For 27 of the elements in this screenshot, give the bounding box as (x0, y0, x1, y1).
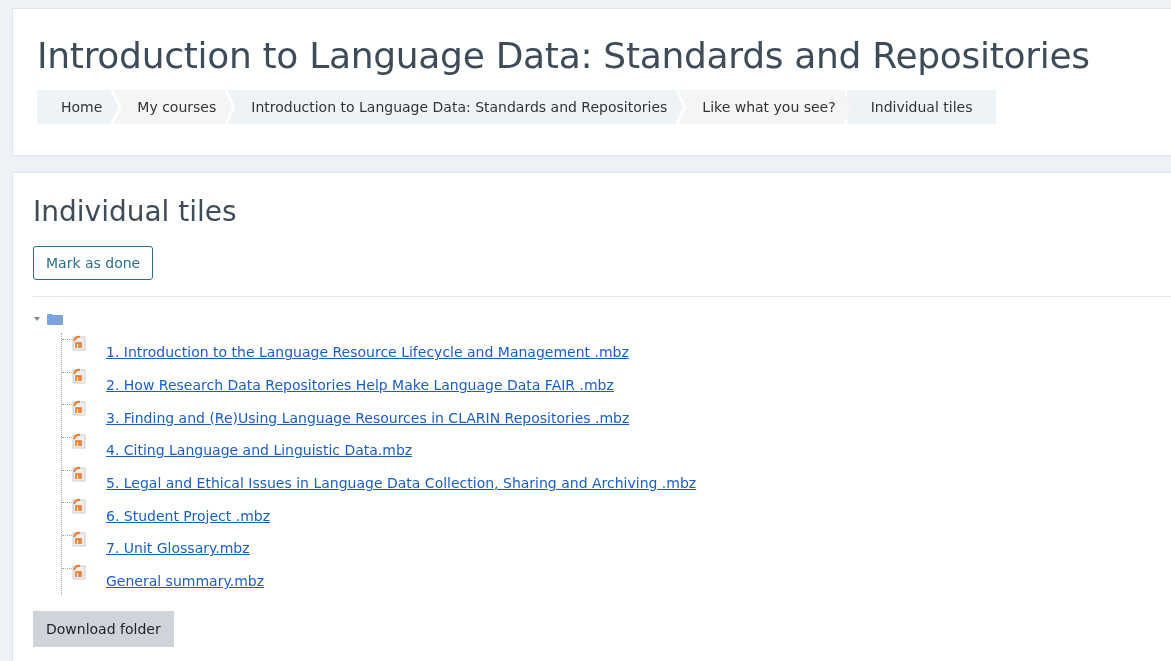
breadcrumb-link[interactable]: Like what you see? (678, 90, 852, 124)
moodle-file-icon (72, 335, 86, 351)
moodle-file-icon (72, 498, 86, 515)
breadcrumb-link[interactable]: Home (37, 90, 119, 124)
moodle-file-icon (72, 433, 86, 450)
moodle-file-icon (72, 400, 86, 417)
file-link[interactable]: General summary.mbz (106, 573, 264, 590)
moodle-file-icon (72, 531, 86, 548)
course-title: Introduction to Language Data: Standards and Repositories (37, 35, 1091, 76)
file-link[interactable]: 1. Introduction to the Language Resource Lifecycle and Management .mbz (106, 344, 629, 361)
mark-as-done-button[interactable]: Mark as done (33, 246, 154, 280)
breadcrumb-link[interactable]: My courses (113, 90, 233, 124)
breadcrumb-link[interactable]: Individual tiles (846, 90, 997, 124)
file-link[interactable]: 6. Student Project .mbz (106, 507, 271, 524)
file-link[interactable]: 7. Unit Glossary.mbz (106, 540, 250, 557)
file-link[interactable]: 3. Finding and (Re)Using Language Resources in CLARIN Repositories .mbz (106, 409, 630, 426)
file-link[interactable]: 5. Legal and Ethical Issues in Language Data Collection, Sharing and Archiving .mbz (106, 475, 697, 492)
folder-icon (47, 313, 63, 325)
moodle-file-icon (72, 465, 86, 482)
download-folder-button[interactable]: Download folder (33, 610, 174, 647)
file-link[interactable]: 2. How Research Data Repositories Help Make Language Data FAIR .mbz (106, 377, 614, 394)
expand-toggle-icon[interactable] (33, 315, 41, 323)
file-link[interactable]: 4. Citing Language and Linguistic Data.mbz (106, 442, 413, 459)
breadcrumb-link[interactable]: Introduction to Language Data: Standards and Repositories (227, 90, 684, 124)
moodle-file-icon (72, 563, 86, 580)
moodle-file-icon (72, 367, 86, 384)
page-heading: Individual tiles (33, 195, 238, 228)
